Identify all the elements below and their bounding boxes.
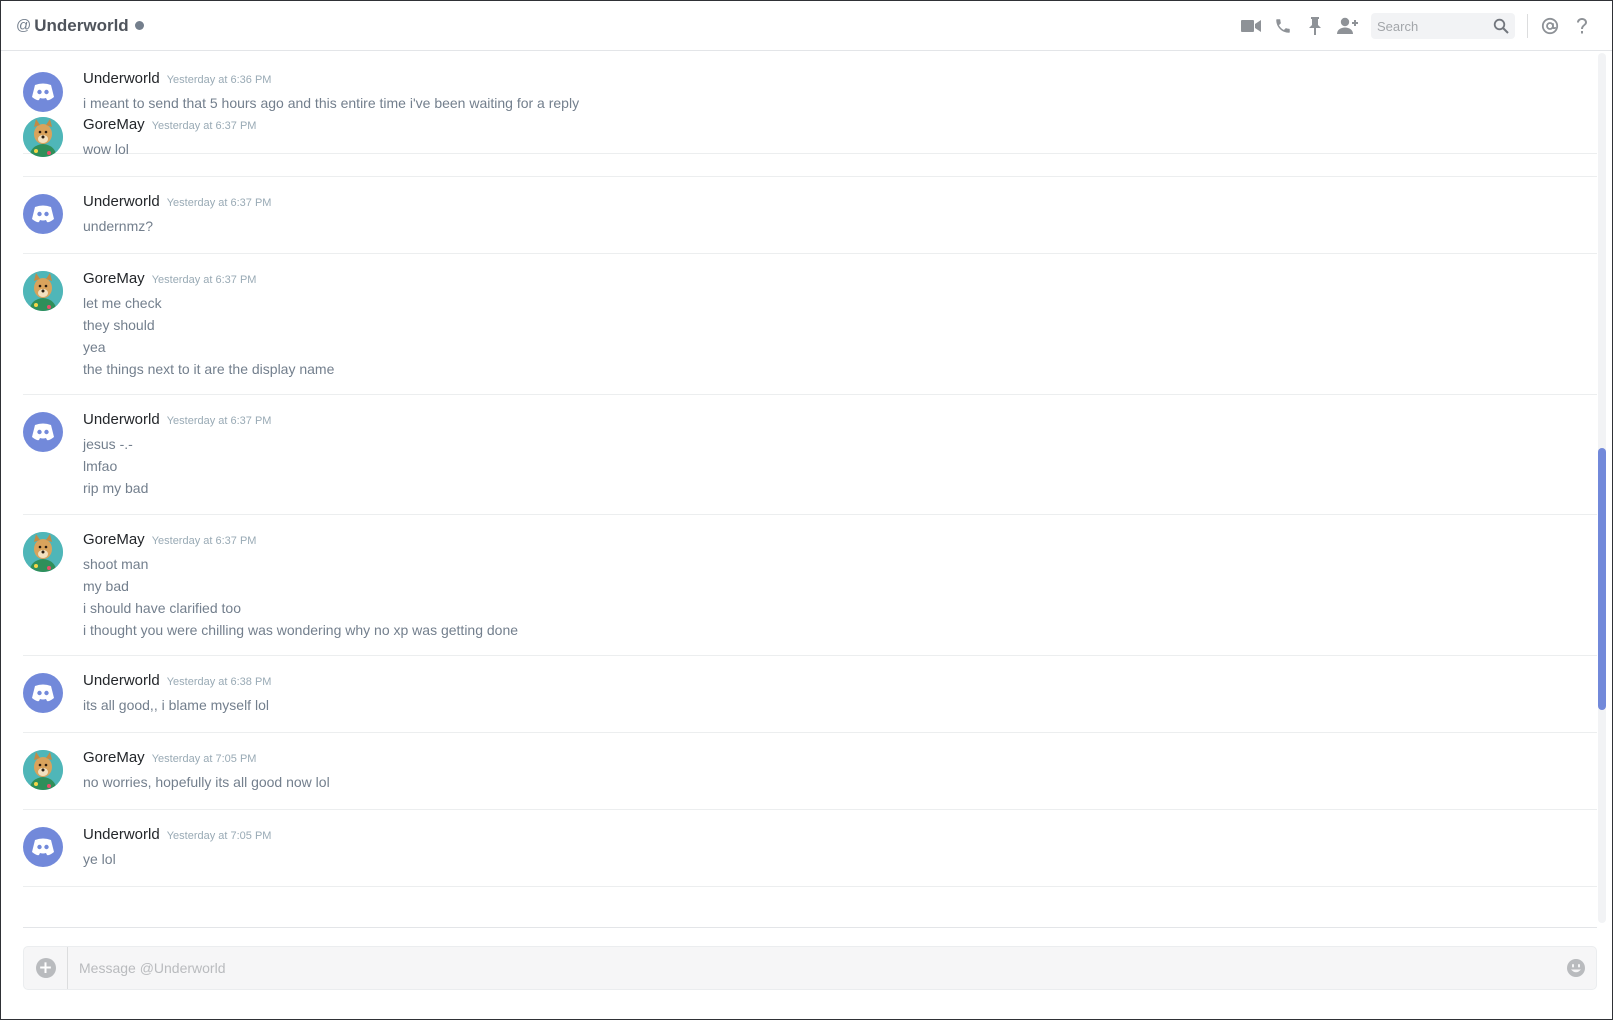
discord-logo-icon bbox=[32, 205, 54, 223]
message-author[interactable]: GoreMay bbox=[83, 116, 145, 133]
message-timestamp: Yesterday at 6:37 PM bbox=[151, 535, 257, 547]
message-group: GoreMay Yesterday at 6:37 PM let me chec… bbox=[23, 254, 1597, 395]
message-text: my bad bbox=[83, 578, 129, 594]
message-group: GoreMay Yesterday at 7:05 PM no worries,… bbox=[23, 733, 1597, 810]
message-group: GoreMay Yesterday at 6:37 PM shoot man m… bbox=[23, 515, 1597, 656]
message-group: Underworld Yesterday at 7:05 PM ye lol bbox=[23, 810, 1597, 887]
search-bar[interactable] bbox=[1371, 13, 1515, 39]
doge-avatar-icon bbox=[23, 532, 63, 572]
help-button[interactable] bbox=[1566, 10, 1598, 42]
message-text: let me check bbox=[83, 295, 162, 311]
avatar[interactable] bbox=[23, 117, 63, 157]
avatar[interactable] bbox=[23, 412, 63, 452]
message-timestamp: Yesterday at 6:37 PM bbox=[151, 274, 257, 286]
search-input[interactable] bbox=[1377, 18, 1487, 34]
message-text: rip my bad bbox=[83, 480, 149, 496]
message-author[interactable]: GoreMay bbox=[83, 749, 145, 766]
search-icon bbox=[1493, 18, 1509, 34]
message-list[interactable]: Underworld Yesterday at 6:36 PM i meant … bbox=[1, 52, 1599, 927]
avatar[interactable] bbox=[23, 271, 63, 311]
composer-divider bbox=[23, 927, 1597, 928]
message-body: GoreMay Yesterday at 6:37 PM let me chec… bbox=[83, 270, 334, 380]
voice-call-button[interactable] bbox=[1267, 10, 1299, 42]
message-text: yea bbox=[83, 339, 106, 355]
voice-call-icon bbox=[1276, 19, 1290, 33]
message-text: undernmz? bbox=[83, 218, 154, 234]
doge-avatar-icon bbox=[23, 271, 63, 311]
message-timestamp: Yesterday at 6:37 PM bbox=[166, 415, 272, 427]
discord-logo-icon bbox=[32, 838, 54, 856]
message-timestamp: Yesterday at 7:05 PM bbox=[166, 830, 272, 842]
avatar[interactable] bbox=[23, 750, 63, 790]
message-text: wow lol bbox=[83, 141, 129, 157]
header-divider bbox=[1527, 14, 1528, 38]
message-text: its all good,, i blame myself lol bbox=[83, 697, 269, 713]
message-author[interactable]: Underworld bbox=[83, 411, 160, 428]
mentions-button[interactable] bbox=[1534, 10, 1566, 42]
app-window: @ Underworld Search Underworld Yesterday… bbox=[0, 0, 1613, 1020]
message-group: Underworld Yesterday at 6:37 PM jesus -.… bbox=[23, 395, 1597, 515]
mention-icon bbox=[1541, 17, 1559, 35]
message-text: no worries, hopefully its all good now l… bbox=[83, 774, 330, 790]
message-author[interactable]: Underworld bbox=[83, 826, 160, 843]
message-author[interactable]: Underworld bbox=[83, 70, 160, 87]
message-text: the things next to it are the display na… bbox=[83, 361, 335, 377]
message-group: GoreMay Yesterday at 6:37 PM wow lol bbox=[23, 100, 1597, 177]
add-friend-button[interactable] bbox=[1331, 10, 1363, 42]
message-text: jesus -.- bbox=[83, 436, 133, 452]
message-timestamp: Yesterday at 6:37 PM bbox=[166, 197, 272, 209]
message-timestamp: Yesterday at 6:36 PM bbox=[166, 74, 272, 86]
avatar[interactable] bbox=[23, 532, 63, 572]
message-group: Underworld Yesterday at 6:37 PM undernmz… bbox=[23, 177, 1597, 254]
dm-at-icon: @ bbox=[16, 17, 32, 34]
message-body: Underworld Yesterday at 6:38 PM its all … bbox=[83, 672, 271, 716]
discord-logo-icon bbox=[32, 83, 54, 101]
message-body: GoreMay Yesterday at 6:37 PM wow lol bbox=[83, 116, 256, 160]
avatar[interactable] bbox=[23, 673, 63, 713]
add-friend-icon bbox=[1337, 17, 1358, 34]
video-call-button[interactable] bbox=[1235, 10, 1267, 42]
message-text: i should have clarified too bbox=[83, 600, 241, 616]
message-body: Underworld Yesterday at 6:37 PM jesus -.… bbox=[83, 411, 271, 499]
scrollbar-track[interactable] bbox=[1598, 53, 1606, 923]
message-text: lmfao bbox=[83, 458, 118, 474]
help-icon bbox=[1577, 18, 1587, 34]
pinned-messages-button[interactable] bbox=[1299, 10, 1331, 42]
message-author[interactable]: Underworld bbox=[83, 672, 160, 689]
emoji-icon bbox=[1567, 959, 1585, 977]
message-timestamp: Yesterday at 6:37 PM bbox=[151, 120, 257, 132]
message-body: GoreMay Yesterday at 6:37 PM shoot man m… bbox=[83, 531, 518, 641]
message-group: Underworld Yesterday at 6:38 PM its all … bbox=[23, 656, 1597, 733]
message-body: Underworld Yesterday at 7:05 PM ye lol bbox=[83, 826, 271, 870]
message-text: they should bbox=[83, 317, 155, 333]
pin-icon bbox=[1309, 17, 1321, 35]
message-author[interactable]: GoreMay bbox=[83, 531, 145, 548]
video-call-icon bbox=[1241, 20, 1261, 32]
message-author[interactable]: GoreMay bbox=[83, 270, 145, 287]
status-indicator bbox=[134, 21, 144, 30]
add-attachment-icon: + bbox=[35, 958, 56, 978]
doge-avatar-icon bbox=[23, 750, 63, 790]
emoji-picker-button[interactable] bbox=[1556, 958, 1596, 978]
upload-button[interactable]: + bbox=[24, 947, 68, 989]
message-body: Underworld Yesterday at 6:37 PM undernmz… bbox=[83, 193, 271, 237]
scrollbar-thumb[interactable] bbox=[1598, 448, 1606, 710]
header-toolbar bbox=[1235, 1, 1598, 51]
channel-name: Underworld bbox=[34, 15, 129, 35]
message-text: ye lol bbox=[83, 851, 116, 867]
discord-logo-icon bbox=[32, 423, 54, 441]
channel-header: @ Underworld bbox=[1, 1, 1612, 51]
message-input[interactable] bbox=[68, 960, 1556, 976]
message-timestamp: Yesterday at 6:38 PM bbox=[166, 676, 272, 688]
message-text: i thought you were chilling was wonderin… bbox=[83, 622, 519, 638]
message-composer: + bbox=[23, 946, 1597, 990]
doge-avatar-icon bbox=[23, 117, 63, 157]
message-timestamp: Yesterday at 7:05 PM bbox=[151, 753, 257, 765]
discord-logo-icon bbox=[32, 684, 54, 702]
avatar[interactable] bbox=[23, 827, 63, 867]
message-body: GoreMay Yesterday at 7:05 PM no worries,… bbox=[83, 749, 330, 793]
message-author[interactable]: Underworld bbox=[83, 193, 160, 210]
message-text: shoot man bbox=[83, 556, 149, 572]
avatar[interactable] bbox=[23, 194, 63, 234]
